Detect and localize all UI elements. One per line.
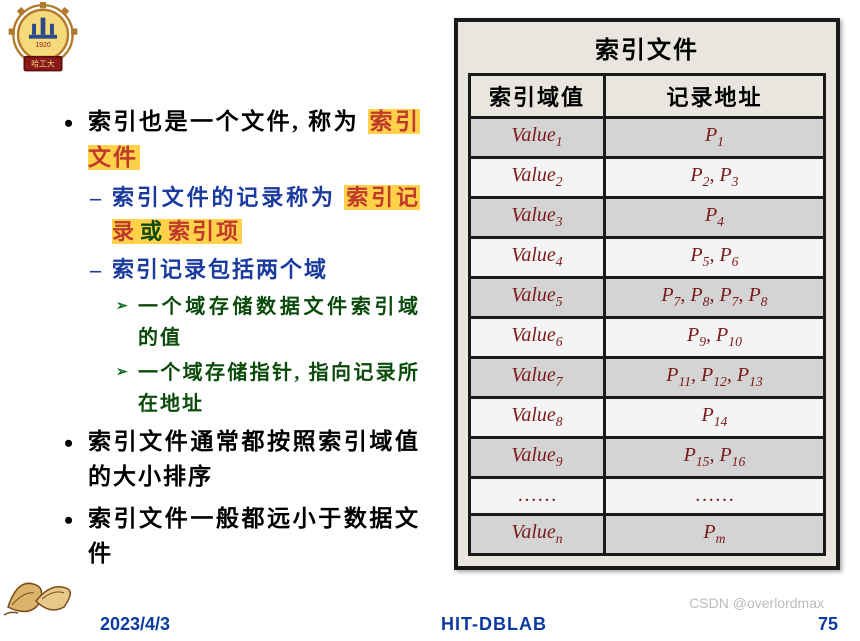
bullet-2: 索引文件的记录称为 索引记录或索引项 <box>90 181 420 249</box>
footer: 2023/4/3 HIT-DBLAB 75 <box>0 614 860 635</box>
footer-page: 75 <box>818 614 838 635</box>
cell-value: Value1 <box>470 118 605 158</box>
bullet-3b: 一个域存储指针, 指向记录所在地址 <box>116 358 420 420</box>
cell-pointer: P9, P10 <box>604 318 824 358</box>
cell-pointer: P5, P6 <box>604 238 824 278</box>
svg-text:哈工大: 哈工大 <box>31 59 55 69</box>
bullet-2-text: 索引文件的记录称为 <box>112 185 336 210</box>
table-title: 索引文件 <box>468 30 826 65</box>
cell-value: …… <box>470 478 605 515</box>
cell-value: Value9 <box>470 438 605 478</box>
cell-pointer: P2, P3 <box>604 158 824 198</box>
bullet-1-text: 索引也是一个文件, 称为 <box>88 109 359 134</box>
bullet-5-text: 索引文件一般都远小于数据文件 <box>88 506 420 567</box>
footer-date: 2023/4/3 <box>100 614 170 635</box>
cell-value: Valuen <box>470 515 605 555</box>
cell-pointer: P11, P12, P13 <box>604 358 824 398</box>
table-row: Value7P11, P12, P13 <box>470 358 825 398</box>
footer-lab: HIT-DBLAB <box>441 614 547 635</box>
table-header-col1: 索引域值 <box>470 75 605 118</box>
table-row: Value3P4 <box>470 198 825 238</box>
bullet-5: 索引文件一般都远小于数据文件 <box>58 501 420 572</box>
svg-text:1920: 1920 <box>35 42 51 49</box>
cell-value: Value7 <box>470 358 605 398</box>
cell-pointer: P7, P8, P7, P8 <box>604 278 824 318</box>
bullet-4-text: 索引文件通常都按照索引域值的大小排序 <box>88 429 420 490</box>
cell-pointer: Pm <box>604 515 824 555</box>
bullet-3: 索引记录包括两个域 <box>90 253 420 287</box>
table-row: Value2P2, P3 <box>470 158 825 198</box>
table-row: Value1P1 <box>470 118 825 158</box>
bullet-2-hi2: 索引项 <box>166 219 242 244</box>
cell-value: Value6 <box>470 318 605 358</box>
cell-pointer: P1 <box>604 118 824 158</box>
slide: 哈工大 1920 索引也是一个文件, 称为 索引文件 索引文件的记录称为 索引记… <box>0 0 860 641</box>
cell-value: Value8 <box>470 398 605 438</box>
table-row: ValuenPm <box>470 515 825 555</box>
table-header-col2: 记录地址 <box>604 75 824 118</box>
cell-pointer: P4 <box>604 198 824 238</box>
bullet-4: 索引文件通常都按照索引域值的大小排序 <box>58 424 420 495</box>
bullet-3b-text: 一个域存储指针, 指向记录所在地址 <box>138 362 420 415</box>
content-body: 索引也是一个文件, 称为 索引文件 索引文件的记录称为 索引记录或索引项 索引记… <box>18 14 428 641</box>
bullet-3-text: 索引记录包括两个域 <box>112 257 328 282</box>
table-row: Value9P15, P16 <box>470 438 825 478</box>
cell-value: Value5 <box>470 278 605 318</box>
table-row: Value8P14 <box>470 398 825 438</box>
table-row: Value5P7, P8, P7, P8 <box>470 278 825 318</box>
cell-pointer: …… <box>604 478 824 515</box>
watermark-text: CSDN @overlordmax <box>689 595 824 611</box>
university-logo-icon: 哈工大 1920 <box>4 2 82 80</box>
bullet-3a: 一个域存储数据文件索引域的值 <box>116 292 420 354</box>
cell-value: Value2 <box>470 158 605 198</box>
table-row: ………… <box>470 478 825 515</box>
cell-pointer: P14 <box>604 398 824 438</box>
table-row: Value6P9, P10 <box>470 318 825 358</box>
cell-value: Value4 <box>470 238 605 278</box>
index-table-panel: 索引文件 索引域值 记录地址 Value1P1Value2P2, P3Value… <box>454 18 840 570</box>
cell-value: Value3 <box>470 198 605 238</box>
cell-pointer: P15, P16 <box>604 438 824 478</box>
bullet-1: 索引也是一个文件, 称为 索引文件 <box>58 104 420 175</box>
bullet-3a-text: 一个域存储数据文件索引域的值 <box>138 296 420 349</box>
bullet-2-or: 或 <box>138 219 166 244</box>
index-table: 索引域值 记录地址 Value1P1Value2P2, P3Value3P4Va… <box>468 73 826 556</box>
table-row: Value4P5, P6 <box>470 238 825 278</box>
